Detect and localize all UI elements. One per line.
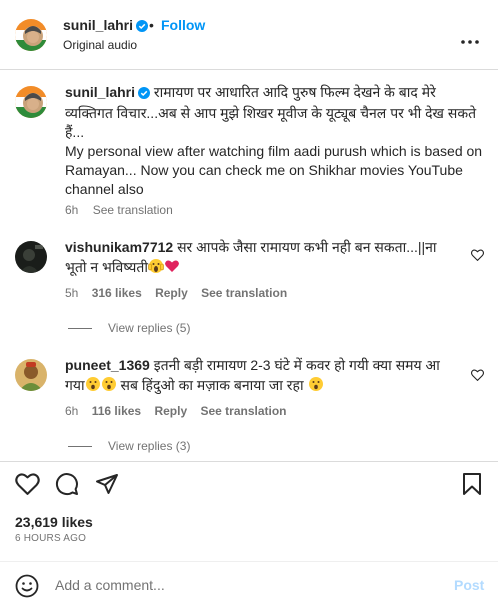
commenter-avatar[interactable]: [15, 359, 47, 391]
astonished-emoji-icon: [101, 376, 117, 397]
commenter-avatar[interactable]: [15, 241, 47, 273]
post-likes-count[interactable]: 23,619 likes: [15, 514, 93, 530]
comment-see-translation-button[interactable]: See translation: [201, 286, 287, 300]
comment-time: 6h: [65, 404, 79, 418]
emoji-icon[interactable]: [15, 574, 39, 601]
comment-like-heart-icon[interactable]: [471, 368, 484, 384]
comment-meta: 5h 316 likes Reply See translation: [65, 286, 297, 300]
share-icon[interactable]: [95, 472, 119, 499]
verified-badge-icon: [136, 19, 149, 35]
reply-button[interactable]: Reply: [155, 286, 188, 300]
comment-time: 5h: [65, 286, 79, 300]
commenter-username[interactable]: vishunikam7712: [65, 239, 173, 255]
author-avatar[interactable]: [15, 19, 47, 51]
view-replies-button[interactable]: View replies (5): [68, 321, 190, 335]
comment-input[interactable]: Add a comment...: [55, 577, 165, 593]
comment-see-translation-button[interactable]: See translation: [200, 404, 286, 418]
astonished-emoji-icon: [308, 376, 324, 397]
post-header: sunil_lahri • Follow Original audio: [0, 0, 498, 70]
comment-meta: 6h 116 likes Reply See translation: [65, 404, 297, 418]
author-username[interactable]: sunil_lahri: [63, 17, 149, 35]
comment-icon[interactable]: [55, 472, 79, 499]
post-actions: 23,619 likes 6 HOURS AGO Add a comment..…: [0, 461, 498, 609]
caption-text: sunil_lahri रामायण पर आधारित आदि पुरुष फ…: [65, 83, 485, 199]
caption-english-text: My personal view after watching film aad…: [65, 143, 483, 197]
replies-divider-line: [68, 327, 92, 329]
view-replies-button[interactable]: View replies (3): [68, 439, 190, 453]
replies-divider-line: [68, 445, 92, 447]
add-comment-bar: Add a comment... Post: [0, 561, 498, 609]
post-timestamp[interactable]: 6 HOURS AGO: [15, 533, 86, 544]
comment-text-part2: सब हिंदुओ का मज़ाक बनाया जा रहा: [120, 377, 304, 393]
post-comment-button[interactable]: Post: [454, 577, 484, 593]
verified-badge-icon: [138, 85, 151, 104]
view-replies-label: View replies (3): [108, 439, 191, 453]
heart-icon[interactable]: [15, 472, 40, 499]
commenter-username[interactable]: puneet_1369: [65, 357, 150, 373]
caption-author-avatar[interactable]: [15, 86, 47, 118]
comment-text: vishunikam7712 सर आपके जैसा रामायण कभी न…: [65, 237, 460, 279]
caption-time: 6h: [65, 203, 79, 217]
comment-likes-count[interactable]: 316 likes: [92, 286, 142, 300]
reply-button[interactable]: Reply: [154, 404, 187, 418]
caption-author-username[interactable]: sunil_lahri: [65, 84, 135, 100]
more-options-icon[interactable]: [460, 32, 480, 44]
follow-button[interactable]: Follow: [161, 17, 205, 33]
scream-emoji-icon: [148, 258, 164, 279]
separator-dot: •: [149, 17, 154, 33]
comment-text: puneet_1369 इतनी बड़ी रामायण 2-3 घंटे मे…: [65, 355, 460, 397]
red-heart-emoji-icon: [164, 258, 180, 279]
astonished-emoji-icon: [85, 376, 101, 397]
view-replies-label: View replies (5): [108, 321, 191, 335]
bookmark-icon[interactable]: [462, 472, 482, 499]
caption-meta: 6h See translation: [65, 203, 184, 217]
comment-like-heart-icon[interactable]: [471, 248, 484, 264]
audio-label[interactable]: Original audio: [63, 38, 137, 52]
caption-see-translation-button[interactable]: See translation: [93, 203, 173, 217]
comment-likes-count[interactable]: 116 likes: [92, 404, 141, 418]
